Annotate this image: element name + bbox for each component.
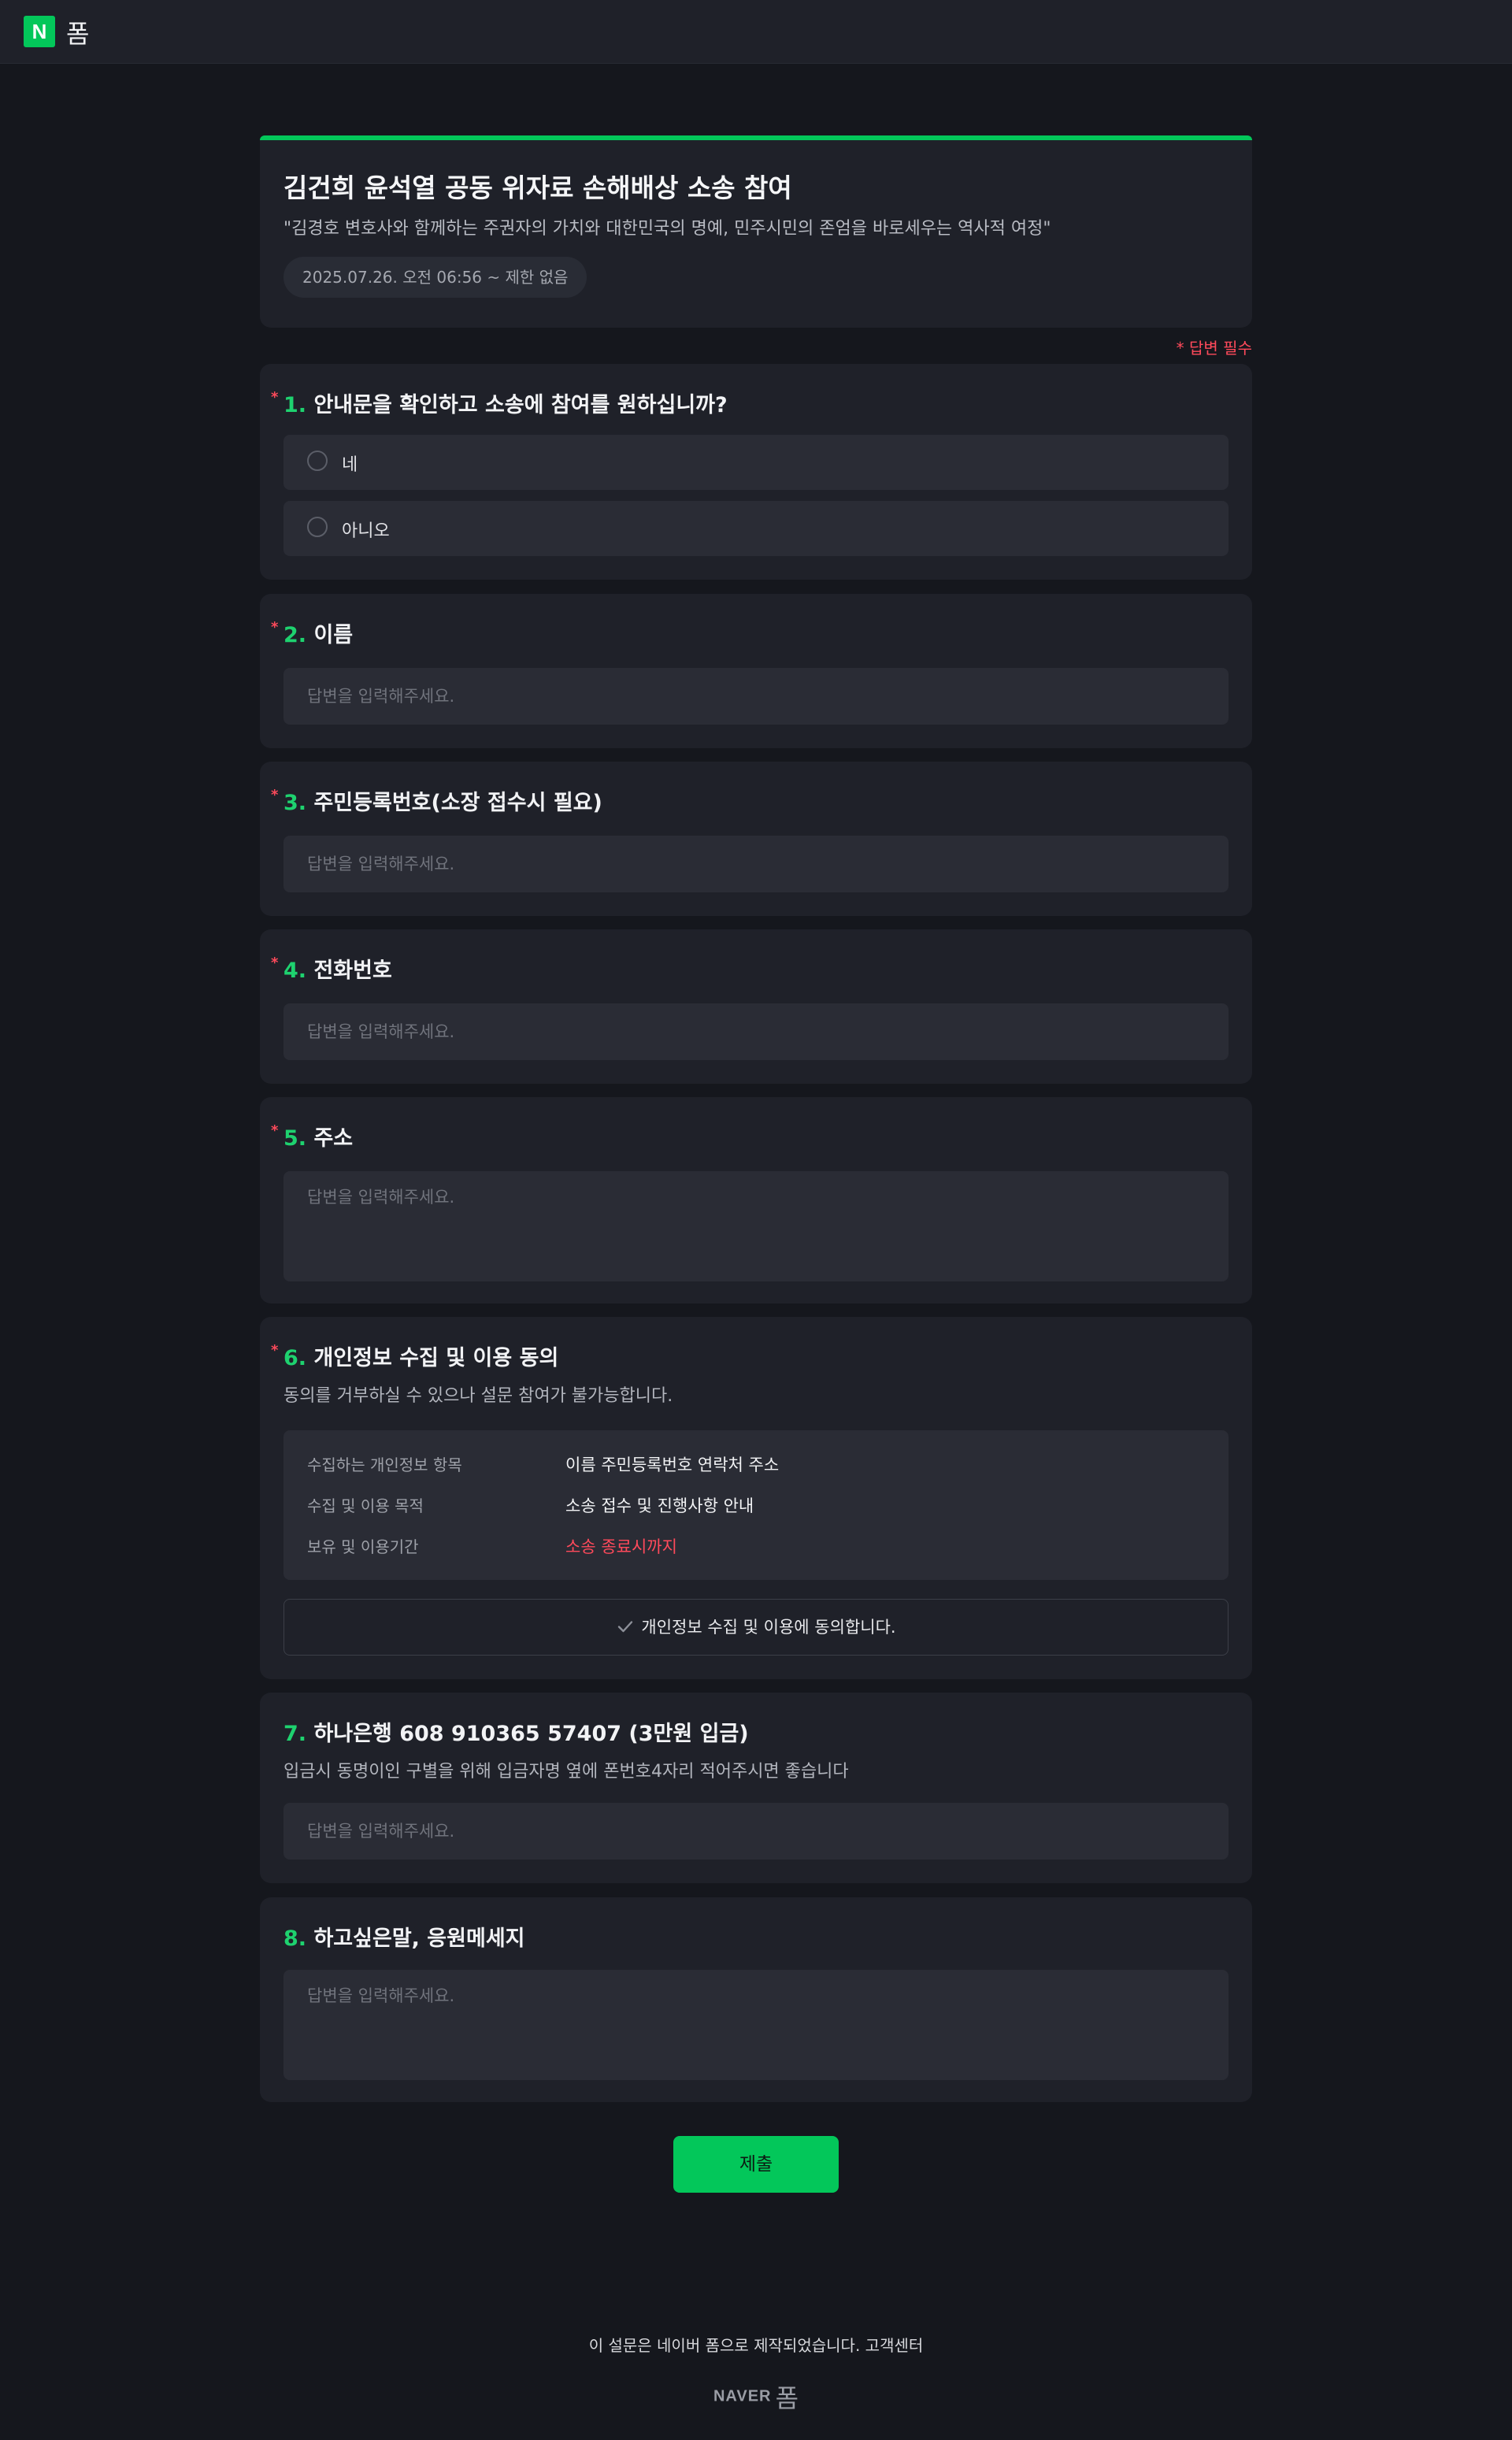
option-no[interactable]: 아니오 bbox=[284, 501, 1228, 556]
top-bar: N 폼 bbox=[0, 0, 1512, 64]
submit-button[interactable]: 제출 bbox=[673, 2136, 839, 2193]
question-number: 5. bbox=[284, 1126, 307, 1151]
question-card-1: * 1. 안내문을 확인하고 소송에 참여를 원하십니까? 네 아니오 bbox=[260, 364, 1252, 580]
question-text: 안내문을 확인하고 소송에 참여를 원하십니까? bbox=[313, 393, 728, 417]
form-title: 김건희 윤석열 공동 위자료 손해배상 소송 참여 bbox=[284, 172, 792, 203]
question-title: * 6. 개인정보 수집 및 이용 동의 bbox=[271, 1341, 559, 1371]
naver-logo-icon[interactable]: N bbox=[24, 16, 55, 47]
footer-text[interactable]: 이 설문은 네이버 폼으로 제작되었습니다. 고객센터 bbox=[0, 2333, 1512, 2356]
question-title: 7. 하나은행 608 910365 57407 (3만원 입금) bbox=[284, 1716, 749, 1747]
question-subtitle: 동의를 거부하실 수 있으나 설문 참여가 불가능합니다. bbox=[284, 1386, 673, 1406]
required-star: * bbox=[271, 955, 279, 971]
naver-wordmark: NAVER bbox=[713, 2387, 772, 2405]
option-label: 아니오 bbox=[342, 521, 390, 541]
option-yes[interactable]: 네 bbox=[284, 435, 1228, 490]
form-period-badge: 2025.07.26. 오전 06:56 ~ 제한 없음 bbox=[284, 257, 587, 298]
required-star: * bbox=[271, 1342, 279, 1359]
privacy-value: 소송 종료시까지 bbox=[565, 1537, 677, 1556]
question-text: 주소 bbox=[313, 1126, 354, 1151]
footer-logo: NAVER 폼 bbox=[0, 2379, 1512, 2415]
required-star: * bbox=[271, 1122, 279, 1139]
name-input[interactable] bbox=[284, 668, 1228, 725]
question-title: * 3. 주민등록번호(소장 접수시 필요) bbox=[271, 785, 602, 816]
required-star: * bbox=[271, 787, 279, 803]
question-card-2: * 2. 이름 bbox=[260, 594, 1252, 748]
question-text: 이름 bbox=[313, 623, 354, 647]
pom-wordmark: 폼 bbox=[775, 2383, 799, 2413]
question-card-6: * 6. 개인정보 수집 및 이용 동의 동의를 거부하실 수 있으나 설문 참… bbox=[260, 1317, 1252, 1679]
privacy-key: 보유 및 이용기간 bbox=[307, 1537, 419, 1556]
required-star: * bbox=[271, 389, 279, 406]
app-name[interactable]: 폼 bbox=[66, 14, 89, 50]
privacy-agree-button[interactable]: 개인정보 수집 및 이용에 동의합니다. bbox=[284, 1599, 1228, 1656]
agree-label: 개인정보 수집 및 이용에 동의합니다. bbox=[641, 1618, 896, 1637]
question-card-7: 7. 하나은행 608 910365 57407 (3만원 입금) 입금시 동명… bbox=[260, 1693, 1252, 1883]
privacy-value: 소송 접수 및 진행사항 안내 bbox=[565, 1496, 754, 1515]
option-label: 네 bbox=[342, 455, 358, 475]
privacy-key: 수집 및 이용 목적 bbox=[307, 1496, 424, 1515]
privacy-key: 수집하는 개인정보 항목 bbox=[307, 1455, 462, 1474]
question-card-5: * 5. 주소 bbox=[260, 1097, 1252, 1303]
question-title: * 5. 주소 bbox=[271, 1121, 354, 1151]
check-icon bbox=[618, 1621, 633, 1633]
question-number: 6. bbox=[284, 1346, 307, 1370]
question-number: 3. bbox=[284, 791, 307, 815]
question-title: * 2. 이름 bbox=[271, 617, 354, 648]
question-text: 하나은행 608 910365 57407 (3만원 입금) bbox=[313, 1722, 749, 1746]
question-text: 개인정보 수집 및 이용 동의 bbox=[313, 1346, 559, 1370]
form-header: 김건희 윤석열 공동 위자료 손해배상 소송 참여 "김경호 변호사와 함께하는… bbox=[260, 135, 1252, 328]
question-card-8: 8. 하고싶은말, 응원메세지 bbox=[260, 1897, 1252, 2102]
radio-icon[interactable] bbox=[307, 517, 328, 537]
question-text: 전화번호 bbox=[313, 959, 392, 983]
question-title: 8. 하고싶은말, 응원메세지 bbox=[284, 1921, 525, 1952]
privacy-table: 수집하는 개인정보 항목 이름 주민등록번호 연락처 주소 수집 및 이용 목적… bbox=[284, 1430, 1228, 1580]
required-star: * bbox=[271, 619, 279, 636]
radio-icon[interactable] bbox=[307, 451, 328, 471]
question-title: * 4. 전화번호 bbox=[271, 953, 392, 984]
address-textarea[interactable] bbox=[284, 1171, 1228, 1281]
deposit-name-input[interactable] bbox=[284, 1803, 1228, 1860]
question-number: 7. bbox=[284, 1722, 307, 1746]
question-text: 주민등록번호(소장 접수시 필요) bbox=[313, 791, 602, 815]
question-number: 1. bbox=[284, 393, 307, 417]
privacy-value: 이름 주민등록번호 연락처 주소 bbox=[565, 1455, 780, 1474]
phone-input[interactable] bbox=[284, 1003, 1228, 1060]
required-note: * 답변 필수 bbox=[1176, 339, 1252, 358]
question-number: 4. bbox=[284, 959, 307, 983]
resident-number-input[interactable] bbox=[284, 836, 1228, 892]
question-text: 하고싶은말, 응원메세지 bbox=[313, 1926, 525, 1951]
question-number: 8. bbox=[284, 1926, 307, 1951]
question-number: 2. bbox=[284, 623, 307, 647]
question-title: * 1. 안내문을 확인하고 소송에 참여를 원하십니까? bbox=[271, 388, 728, 418]
message-textarea[interactable] bbox=[284, 1970, 1228, 2080]
question-card-3: * 3. 주민등록번호(소장 접수시 필요) bbox=[260, 762, 1252, 916]
question-subtitle: 입금시 동명이인 구별을 위해 입금자명 옆에 폰번호4자리 적어주시면 좋습니… bbox=[284, 1762, 849, 1782]
question-card-4: * 4. 전화번호 bbox=[260, 929, 1252, 1084]
form-description: "김경호 변호사와 함께하는 주권자의 가치와 대한민국의 명예, 민주시민의 … bbox=[284, 219, 1051, 239]
